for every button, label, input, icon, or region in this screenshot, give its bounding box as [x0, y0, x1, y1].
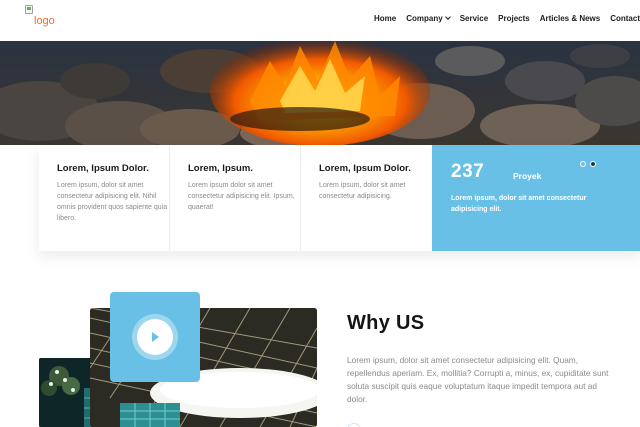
site-header: logo Home Company Service Projects Artic… [0, 0, 640, 41]
feature-card: Lorem, Ipsum Dolor. Lorem ipsum, dolor s… [39, 145, 170, 251]
carousel-dots [580, 161, 596, 167]
play-icon [152, 332, 159, 342]
chevron-down-icon [444, 14, 451, 20]
video-play-button[interactable] [110, 292, 200, 382]
feature-text: Lorem ipsum, dolor sit amet consectetur … [319, 182, 406, 200]
main-nav: Home Company Service Projects Articles &… [364, 14, 640, 23]
nav-projects[interactable]: Projects [498, 14, 530, 23]
carousel-dot[interactable] [580, 161, 586, 167]
feature-text: Lorem ipsum dolor sit amet consectetur a… [188, 182, 295, 211]
campfire-illustration [0, 41, 640, 145]
features-strip: Lorem, Ipsum Dolor. Lorem ipsum, dolor s… [39, 145, 640, 251]
feature-title: Lorem, Ipsum Dolor. [319, 163, 411, 174]
stat-text: Lorem ipsum, dolor sit amet consectetur … [451, 195, 587, 213]
logo[interactable]: logo [25, 5, 65, 33]
feature-title: Lorem, Ipsum. [188, 163, 253, 174]
hero-image [0, 41, 640, 145]
carousel-dot-active[interactable] [590, 161, 596, 167]
why-us-text: Lorem ipsum, dolor sit amet consectetur … [347, 355, 609, 404]
feature-text: Lorem ipsum, dolor sit amet consectetur … [57, 182, 168, 222]
nav-contact[interactable]: Contact [610, 14, 640, 23]
why-us-heading: Why US [347, 312, 425, 334]
stat-label: Proyek [513, 171, 542, 181]
nav-company[interactable]: Company [406, 14, 451, 23]
nav-service[interactable]: Service [460, 14, 488, 23]
broken-image-icon [25, 5, 33, 14]
feature-card: Lorem, Ipsum. Lorem ipsum dolor sit amet… [170, 145, 301, 251]
logo-alt-text: logo [34, 15, 55, 27]
nav-home[interactable]: Home [374, 14, 396, 23]
feature-title: Lorem, Ipsum Dolor. [57, 163, 149, 174]
feature-card: Lorem, Ipsum Dolor. Lorem ipsum, dolor s… [301, 145, 432, 251]
project-stat-card: 237 Proyek Lorem ipsum, dolor sit amet c… [432, 145, 640, 251]
nav-articles[interactable]: Articles & News [540, 14, 600, 23]
stat-number: 237 [451, 161, 485, 182]
nav-company-label: Company [406, 14, 443, 23]
check-circle-icon [347, 423, 361, 427]
